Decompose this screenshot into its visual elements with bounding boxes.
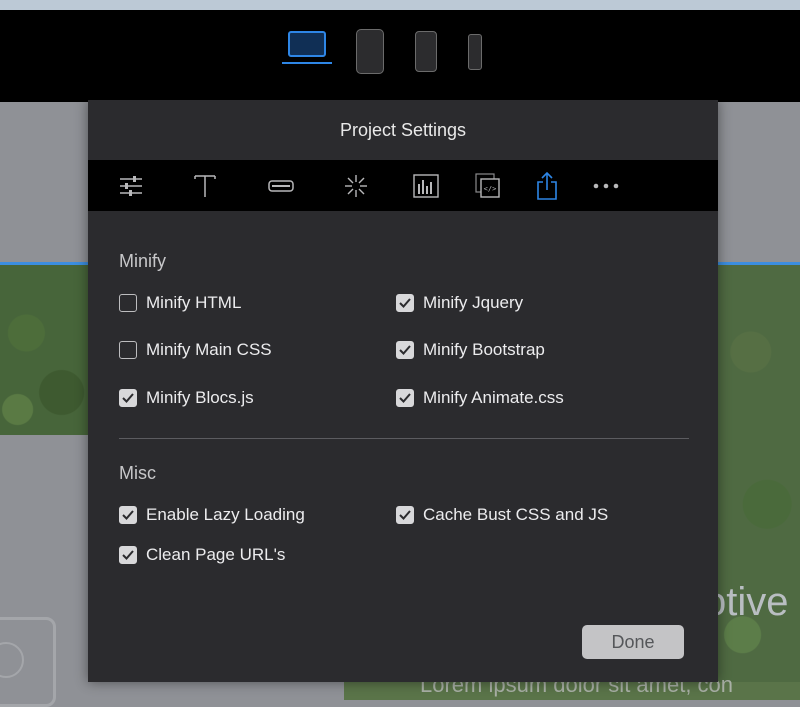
minify-main-css-checkbox[interactable]: Minify Main CSS — [119, 338, 272, 362]
misc-section-title: Misc — [119, 463, 156, 483]
background-image-left — [0, 265, 88, 435]
checkbox-box[interactable] — [396, 506, 414, 524]
checkbox-box[interactable] — [396, 341, 414, 359]
svg-text:</>: </> — [484, 185, 497, 193]
checkbox-label: Minify Blocs.js — [146, 388, 254, 407]
minify-jquery-checkbox[interactable]: Minify Jquery — [396, 291, 523, 315]
laptop-active-indicator — [282, 62, 332, 64]
code-pages-icon[interactable]: </> — [468, 160, 508, 211]
checkbox-label: Minify Main CSS — [146, 340, 272, 359]
clean-page-urls-checkbox[interactable]: Clean Page URL's — [119, 543, 285, 567]
checkbox-box[interactable] — [119, 294, 137, 312]
loader-icon[interactable] — [336, 160, 376, 211]
checkbox-label: Clean Page URL's — [146, 545, 286, 564]
checkbox-box[interactable] — [396, 389, 414, 407]
share-export-icon[interactable] — [527, 160, 567, 211]
checkbox-label: Cache Bust CSS and JS — [423, 505, 609, 524]
cache-bust-checkbox[interactable]: Cache Bust CSS and JS — [396, 503, 608, 527]
phone-icon[interactable] — [468, 34, 482, 70]
minify-section-title: Minify — [119, 251, 167, 271]
checkbox-box[interactable] — [119, 341, 137, 359]
checkbox-label: Minify Animate.css — [423, 388, 564, 407]
device-preview-bar — [0, 10, 800, 102]
button-icon[interactable] — [261, 160, 301, 211]
checkbox-label: Minify Bootstrap — [423, 340, 545, 359]
minify-bootstrap-checkbox[interactable]: Minify Bootstrap — [396, 338, 545, 362]
checkbox-box[interactable] — [396, 294, 414, 312]
done-button[interactable]: Done — [582, 625, 684, 659]
chart-icon[interactable] — [406, 160, 446, 211]
project-settings-dialog: Project Settings </> Minify Minify HTML … — [88, 100, 718, 682]
sliders-icon[interactable] — [111, 160, 151, 211]
tablet-icon[interactable] — [356, 29, 384, 74]
small-tablet-icon[interactable] — [415, 31, 437, 72]
checkbox-box[interactable] — [119, 506, 137, 524]
checkbox-box[interactable] — [119, 546, 137, 564]
background-image-right — [718, 265, 800, 700]
minify-animate-css-checkbox[interactable]: Minify Animate.css — [396, 386, 564, 410]
checkbox-label: Minify HTML — [146, 293, 242, 312]
minify-blocs-js-checkbox[interactable]: Minify Blocs.js — [119, 386, 254, 410]
minify-html-checkbox[interactable]: Minify HTML — [119, 291, 241, 315]
section-divider — [119, 438, 689, 439]
dialog-title: Project Settings — [339, 120, 467, 140]
laptop-icon[interactable] — [288, 31, 326, 57]
enable-lazy-loading-checkbox[interactable]: Enable Lazy Loading — [119, 503, 305, 527]
checkbox-label: Minify Jquery — [423, 293, 524, 312]
more-icon[interactable] — [586, 160, 626, 211]
checkbox-box[interactable] — [119, 389, 137, 407]
window-top-strip — [0, 0, 800, 10]
settings-toolbar: </> — [88, 160, 718, 211]
text-icon[interactable] — [185, 160, 225, 211]
checkbox-label: Enable Lazy Loading — [146, 505, 305, 524]
